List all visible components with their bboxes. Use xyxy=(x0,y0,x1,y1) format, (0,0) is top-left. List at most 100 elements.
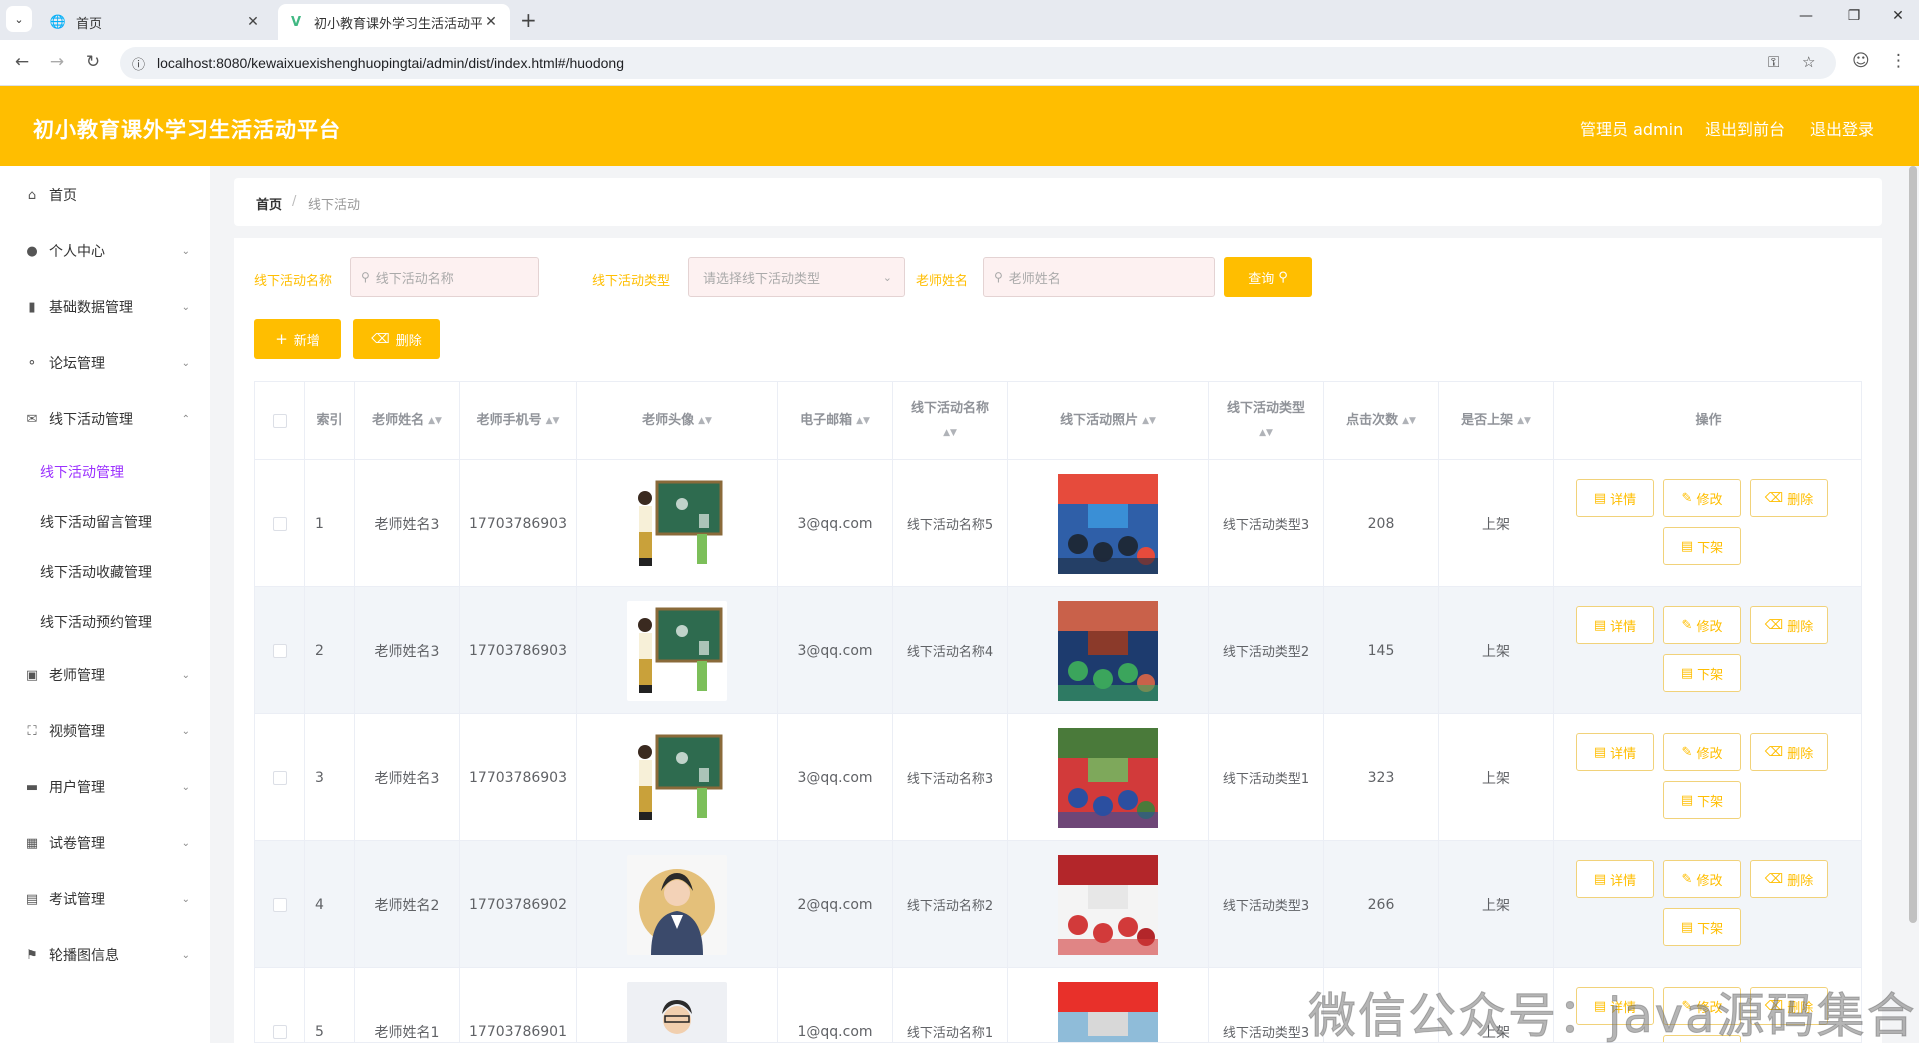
detail-button[interactable]: ▤ 详情 xyxy=(1576,733,1654,771)
sort-icon[interactable]: ▲▼ xyxy=(1142,411,1156,431)
teacher-avatar-image[interactable] xyxy=(627,727,727,828)
detail-button[interactable]: ▤ 详情 xyxy=(1576,606,1654,644)
row-checkbox[interactable] xyxy=(272,516,287,531)
forward-icon[interactable]: → xyxy=(47,52,67,72)
offshelf-button[interactable]: ▤下架 xyxy=(1663,527,1741,565)
trash-icon: ⌫ xyxy=(1764,617,1784,633)
sidebar-item-offline-activity[interactable]: ✉ 线下活动管理 ⌃ xyxy=(0,399,210,439)
teacher-avatar-image[interactable] xyxy=(627,854,727,955)
cell-teacher-name: 老师姓名2 xyxy=(355,841,460,968)
offshelf-button[interactable]: ▤下架 xyxy=(1663,908,1741,946)
trash-icon: ⌫ xyxy=(371,331,390,347)
delete-button[interactable]: ⌫ 删除 xyxy=(1750,733,1828,771)
activity-photo-image[interactable] xyxy=(1058,981,1158,1042)
col-activity-name[interactable]: 线下活动名称 ▲▼ xyxy=(893,382,1008,460)
sidebar-item-teachers[interactable]: ▣ 老师管理 ⌄ xyxy=(0,655,210,695)
row-checkbox[interactable] xyxy=(272,643,287,658)
activity-photo-image[interactable] xyxy=(1058,727,1158,828)
tab-search-chevron-icon[interactable]: ⌄ xyxy=(6,6,32,32)
detail-button[interactable]: ▤ 详情 xyxy=(1576,860,1654,898)
activity-photo-image[interactable] xyxy=(1058,854,1158,955)
back-to-front-link[interactable]: 退出到前台 xyxy=(1705,116,1785,140)
close-icon[interactable]: ✕ xyxy=(244,14,262,30)
activity-photo-image[interactable] xyxy=(1058,473,1158,574)
browser-tab-home[interactable]: 🌐 首页 ✕ xyxy=(40,4,272,40)
sidebar-item-papers[interactable]: ▦ 试卷管理 ⌄ xyxy=(0,823,210,863)
detail-button[interactable]: ▤ 详情 xyxy=(1576,479,1654,517)
query-button[interactable]: 查询 ⚲ xyxy=(1224,257,1312,297)
col-avatar[interactable]: 老师头像 ▲▼ xyxy=(577,382,778,460)
sidebar-item-exams[interactable]: ▤ 考试管理 ⌄ xyxy=(0,879,210,919)
teacher-avatar-image[interactable] xyxy=(627,473,727,574)
edit-button[interactable]: ✎ 修改 xyxy=(1663,479,1741,517)
sidebar-item-users[interactable]: ▬ 用户管理 ⌄ xyxy=(0,767,210,807)
edit-button[interactable]: ✎ 修改 xyxy=(1663,733,1741,771)
col-teacher-name[interactable]: 老师姓名 ▲▼ xyxy=(355,382,460,460)
row-select-cell xyxy=(255,841,305,968)
select-all-checkbox[interactable] xyxy=(272,414,287,428)
offshelf-button[interactable]: ▤下架 xyxy=(1663,781,1741,819)
sort-icon[interactable]: ▲▼ xyxy=(698,411,712,431)
more-menu-icon[interactable]: ⋮ xyxy=(1890,51,1907,71)
col-photo[interactable]: 线下活动照片 ▲▼ xyxy=(1008,382,1209,460)
back-icon[interactable]: ← xyxy=(12,52,32,72)
delete-button[interactable]: ⌫ 删除 xyxy=(1750,606,1828,644)
sort-icon[interactable]: ▲▼ xyxy=(943,423,957,443)
minimize-icon[interactable]: — xyxy=(1796,8,1816,24)
profile-icon[interactable]: ☺ xyxy=(1852,51,1870,71)
col-phone[interactable]: 老师手机号 ▲▼ xyxy=(460,382,577,460)
sidebar-sub-activity-bookings[interactable]: 线下活动预约管理 xyxy=(40,612,152,632)
edit-button[interactable]: ✎ 修改 xyxy=(1663,860,1741,898)
offshelf-button[interactable]: ▤下架 xyxy=(1663,654,1741,692)
new-tab-icon[interactable]: + xyxy=(520,8,537,32)
delete-button[interactable]: ⌫ 删除 xyxy=(1750,479,1828,517)
logout-link[interactable]: 退出登录 xyxy=(1810,116,1874,140)
page-scrollbar[interactable] xyxy=(1909,166,1917,923)
sidebar-item-videos[interactable]: ⛶ 视频管理 ⌄ xyxy=(0,711,210,751)
col-email[interactable]: 电子邮箱 ▲▼ xyxy=(778,382,893,460)
edit-button[interactable]: ✎ 修改 xyxy=(1663,606,1741,644)
window-close-icon[interactable]: ✕ xyxy=(1888,8,1908,24)
sidebar-item-profile[interactable]: ● 个人中心 ⌄ xyxy=(0,231,210,271)
browser-tab-platform[interactable]: V 初小教育课外学习生活活动平台 ✕ xyxy=(278,4,510,40)
batch-delete-button[interactable]: ⌫ 删除 xyxy=(353,319,440,359)
cell-index: 5 xyxy=(305,968,355,1042)
activity-type-select[interactable]: 请选择线下活动类型 ⌄ xyxy=(688,257,905,297)
row-checkbox[interactable] xyxy=(272,770,287,785)
sidebar-sub-activity-manage[interactable]: 线下活动管理 xyxy=(40,462,124,482)
sidebar-item-forum[interactable]: ⚬ 论坛管理 ⌄ xyxy=(0,343,210,383)
col-on-shelf[interactable]: 是否上架 ▲▼ xyxy=(1439,382,1554,460)
teacher-avatar-image[interactable] xyxy=(627,981,727,1042)
sort-icon[interactable]: ▲▼ xyxy=(1402,411,1416,431)
sort-icon[interactable]: ▲▼ xyxy=(1259,423,1273,443)
sidebar-item-basic-data[interactable]: ▮ 基础数据管理 ⌄ xyxy=(0,287,210,327)
activity-name-input[interactable]: ⚲ 线下活动名称 xyxy=(350,257,539,297)
col-clicks[interactable]: 点击次数 ▲▼ xyxy=(1324,382,1439,460)
sort-icon[interactable]: ▲▼ xyxy=(546,411,560,431)
add-button[interactable]: + 新增 xyxy=(254,319,341,359)
password-key-icon[interactable]: ⚿ xyxy=(1768,53,1779,71)
sort-icon[interactable]: ▲▼ xyxy=(1517,411,1531,431)
teacher-name-input[interactable]: ⚲ 老师姓名 xyxy=(983,257,1215,297)
teacher-avatar-image[interactable] xyxy=(627,600,727,701)
sort-icon[interactable]: ▲▼ xyxy=(428,411,442,431)
col-activity-type[interactable]: 线下活动类型 ▲▼ xyxy=(1209,382,1324,460)
sidebar-sub-activity-favorites[interactable]: 线下活动收藏管理 xyxy=(40,562,152,582)
row-checkbox[interactable] xyxy=(272,1024,287,1039)
site-info-icon[interactable]: ⓘ xyxy=(132,54,145,73)
activity-photo-image[interactable] xyxy=(1058,600,1158,701)
sidebar-item-carousel[interactable]: ⚑ 轮播图信息 ⌄ xyxy=(0,935,210,975)
bookmark-star-icon[interactable]: ☆ xyxy=(1802,53,1815,71)
detail-label: 详情 xyxy=(1610,492,1637,508)
url-bar[interactable]: ⓘ localhost:8080/kewaixuexishenghuopingt… xyxy=(120,47,1836,79)
sidebar-item-home[interactable]: ⌂ 首页 xyxy=(0,175,210,215)
sort-icon[interactable]: ▲▼ xyxy=(856,411,870,431)
sidebar-sub-activity-messages[interactable]: 线下活动留言管理 xyxy=(40,512,152,532)
grid-icon: ▦ xyxy=(25,835,39,851)
restore-icon[interactable]: ❐ xyxy=(1844,8,1864,24)
row-checkbox[interactable] xyxy=(272,897,287,912)
close-icon[interactable]: ✕ xyxy=(482,14,500,30)
breadcrumb-home[interactable]: 首页 xyxy=(256,194,282,213)
reload-icon[interactable]: ↻ xyxy=(83,52,103,72)
delete-button[interactable]: ⌫ 删除 xyxy=(1750,860,1828,898)
